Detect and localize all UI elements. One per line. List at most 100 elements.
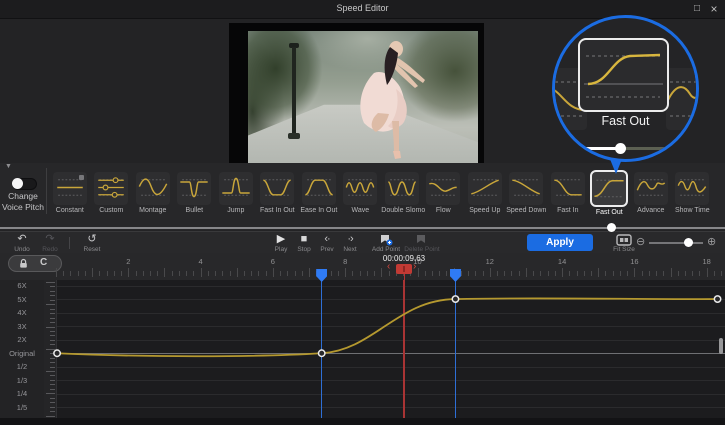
preset-label: Montage [132, 207, 173, 214]
tick [605, 271, 606, 276]
preset-thumbnail [53, 172, 87, 205]
bottom-strip [0, 418, 725, 425]
playhead-line [404, 274, 406, 280]
playhead-step-forward-icon[interactable]: › [413, 262, 416, 272]
tick [446, 271, 447, 276]
preset-label: Ease In Out [298, 207, 339, 214]
tick [164, 268, 165, 277]
lock-icon[interactable] [18, 258, 29, 269]
toggle-knob [12, 178, 23, 189]
fit-size-icon [609, 233, 639, 245]
zoom-out-icon[interactable]: ⊖ [636, 235, 645, 248]
magnifier-slider-track[interactable] [571, 147, 620, 150]
tick [266, 271, 267, 276]
tick [222, 271, 223, 276]
preset-label: Constant [49, 207, 90, 214]
collapse-panel-icon[interactable]: ▼ [5, 163, 12, 170]
preset-ease-in-out[interactable]: Ease In Out [298, 169, 339, 214]
preset-show-time[interactable]: Show Time [672, 169, 713, 214]
preset-montage[interactable]: Montage [132, 169, 173, 214]
preset-thumbnail [302, 172, 336, 205]
ruler-number: 14 [558, 257, 566, 266]
tick [143, 271, 144, 276]
ruler-number: 12 [486, 257, 494, 266]
snap-icon[interactable]: C [40, 257, 47, 268]
timeline-ruler[interactable]: C 24681012141618 00:00:09.63 ‹ › [0, 253, 725, 280]
voice-pitch-label-2: Voice Pitch [0, 202, 46, 212]
preset-wave[interactable]: Wave [340, 169, 381, 214]
voice-pitch-label-1: Change [0, 191, 46, 201]
preset-double-slomo[interactable]: Double Slomo [381, 169, 422, 214]
preset-thumbnail [468, 172, 502, 205]
preset-jump[interactable]: Jump [215, 169, 256, 214]
preset-speed-up[interactable]: Speed Up [464, 169, 505, 214]
control-point[interactable] [54, 350, 60, 356]
preset-constant[interactable]: Constant [49, 169, 90, 214]
preset-fast-in-out[interactable]: Fast In Out [257, 169, 298, 214]
magnified-preset-label: Fast Out [555, 114, 696, 128]
preset-custom[interactable]: Custom [91, 169, 132, 214]
preset-flow[interactable]: Flow [423, 169, 464, 214]
zoom-in-icon[interactable]: ⊕ [707, 235, 716, 248]
tick [613, 271, 614, 276]
fit-size-button[interactable]: Fit Size [609, 233, 639, 253]
tick [78, 271, 79, 276]
speed-curve [0, 280, 725, 418]
preset-speed-down[interactable]: Speed Down [506, 169, 547, 214]
control-point[interactable] [452, 296, 458, 302]
undo-button[interactable]: ↶ Undo [8, 233, 36, 253]
tick [99, 271, 100, 276]
preset-bullet[interactable]: Bullet [174, 169, 215, 214]
voice-pitch-toggle[interactable] [12, 178, 37, 190]
timeline-zoom-slider-track[interactable] [649, 242, 703, 244]
redo-button[interactable]: ↷ Redo [36, 233, 64, 253]
tick [671, 268, 672, 277]
delete-point-button[interactable]: Delete Point [398, 233, 446, 253]
preset-fast-out[interactable]: Fast Out [589, 169, 630, 216]
control-point[interactable] [714, 296, 720, 302]
video-preview [248, 31, 478, 165]
tick [461, 271, 462, 276]
preset-intensity-slider-track[interactable] [0, 227, 725, 229]
tick [381, 268, 382, 277]
tick [656, 271, 657, 276]
tick [121, 271, 122, 276]
ruler-number: 2 [126, 257, 130, 266]
tick [497, 271, 498, 276]
close-icon[interactable]: × [706, 1, 722, 17]
playhead-handle[interactable] [396, 264, 412, 274]
preset-thumbnail [634, 172, 668, 205]
vertical-scrollbar-thumb[interactable] [719, 338, 723, 354]
next-button[interactable]: ·› Next [336, 233, 364, 253]
preset-advance[interactable]: Advance [630, 169, 671, 214]
magnifier-slider-handle[interactable] [615, 143, 626, 154]
playhead-step-back-icon[interactable]: ‹ [387, 262, 390, 272]
preset-intensity-slider-handle[interactable] [607, 223, 616, 232]
tick [598, 268, 599, 277]
preset-thumbnail [509, 172, 543, 205]
window-title: Speed Editor [0, 3, 725, 13]
apply-button[interactable]: Apply [527, 234, 593, 251]
preset-label: Wave [340, 207, 381, 214]
tick [483, 271, 484, 276]
preset-fast-in[interactable]: Fast In [547, 169, 588, 214]
tick [555, 271, 556, 276]
tick [273, 268, 274, 277]
tick [360, 271, 361, 276]
tick [699, 271, 700, 276]
maximize-icon[interactable]: □ [689, 1, 705, 17]
tick [519, 271, 520, 276]
tick [295, 271, 296, 276]
tick [548, 271, 549, 276]
speed-curve-graph[interactable]: 6X5X4X3X2XOriginal1/21/31/41/5 [0, 280, 725, 418]
speed-editor-window: Speed Editor □ × ▼ Change Voic [0, 0, 725, 425]
tick [107, 271, 108, 276]
preset-label: Fast In [547, 207, 588, 214]
timeline-zoom-slider-handle[interactable] [684, 238, 693, 247]
magnifier-callout: Fast Out [552, 15, 699, 162]
tick [367, 271, 368, 276]
tick [425, 271, 426, 276]
preset-label: Jump [215, 207, 256, 214]
control-point[interactable] [319, 350, 325, 356]
reset-button[interactable]: ↺ Reset [78, 233, 106, 253]
